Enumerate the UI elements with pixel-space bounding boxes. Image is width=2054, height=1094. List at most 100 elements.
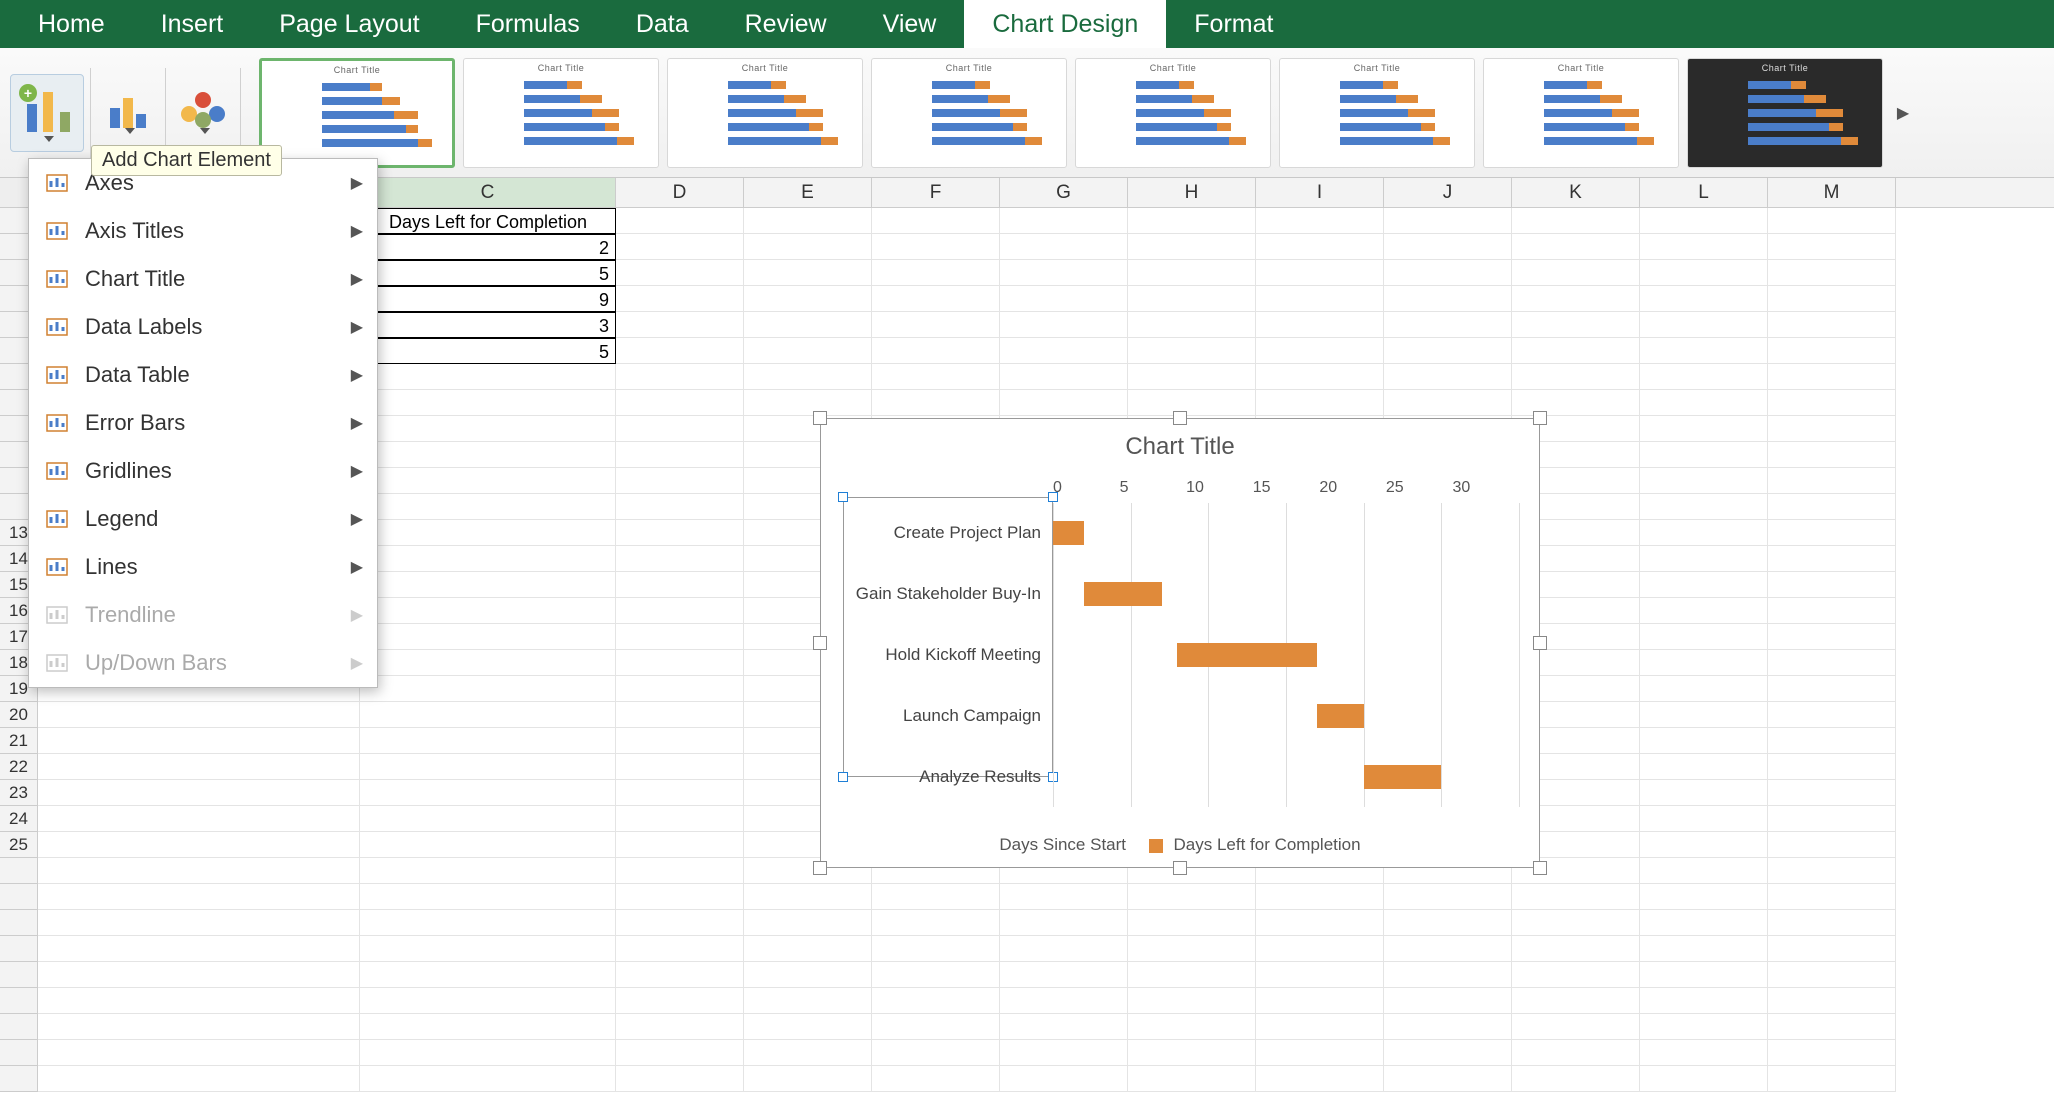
cell[interactable] [360,936,616,962]
cell[interactable] [616,650,744,676]
cell[interactable] [1512,962,1640,988]
row-header[interactable] [0,1040,38,1066]
cell[interactable] [1512,884,1640,910]
cell[interactable] [1768,702,1896,728]
cell[interactable] [1128,936,1256,962]
cell[interactable] [1512,1066,1640,1092]
cell[interactable] [1256,988,1384,1014]
cell[interactable] [1640,260,1768,286]
cell[interactable] [38,1014,360,1040]
cell[interactable] [1768,728,1896,754]
cell[interactable] [872,988,1000,1014]
cell[interactable] [38,936,360,962]
cell[interactable] [1256,364,1384,390]
cell[interactable] [360,650,616,676]
row-header[interactable]: 25 [0,832,38,858]
cell[interactable] [360,780,616,806]
cell[interactable] [1768,624,1896,650]
row-header[interactable]: 22 [0,754,38,780]
menu-item-error-bars[interactable]: Error Bars ▶ [29,399,377,447]
cell[interactable] [1512,286,1640,312]
cell[interactable] [744,208,872,234]
resize-handle[interactable] [1533,861,1547,875]
cell[interactable] [1256,1040,1384,1066]
cell[interactable] [1640,650,1768,676]
cell[interactable] [360,806,616,832]
cell[interactable] [1640,728,1768,754]
cell[interactable] [1640,416,1768,442]
cell[interactable] [360,676,616,702]
menu-item-axis-titles[interactable]: Axis Titles ▶ [29,207,377,255]
cell[interactable] [1256,936,1384,962]
cell[interactable] [1768,858,1896,884]
cell[interactable] [744,962,872,988]
cell[interactable] [1128,962,1256,988]
cell[interactable] [1768,832,1896,858]
row-header[interactable] [0,988,38,1014]
cell[interactable] [360,598,616,624]
cell[interactable] [1000,286,1128,312]
cell[interactable] [1384,208,1512,234]
cell[interactable] [616,936,744,962]
resize-handle[interactable] [1173,411,1187,425]
cell[interactable] [1640,988,1768,1014]
cell[interactable] [1640,910,1768,936]
embedded-chart[interactable]: Chart Title 051015202530 Create Project … [820,418,1540,868]
row-header[interactable]: 20 [0,702,38,728]
resize-handle[interactable] [1533,636,1547,650]
cell[interactable] [38,858,360,884]
row-header[interactable] [0,1066,38,1092]
cell[interactable] [1640,702,1768,728]
cell[interactable] [744,390,872,416]
cell[interactable] [1640,598,1768,624]
cell[interactable] [1128,364,1256,390]
cell[interactable] [1128,286,1256,312]
cell[interactable] [1768,546,1896,572]
cell[interactable] [360,884,616,910]
row-header[interactable] [0,884,38,910]
gallery-next-button[interactable]: ▶ [1891,58,1915,168]
cell[interactable] [38,884,360,910]
cell[interactable] [1384,338,1512,364]
cell[interactable] [38,910,360,936]
cell[interactable] [1512,338,1640,364]
cell[interactable] [38,1066,360,1092]
menu-item-legend[interactable]: Legend ▶ [29,495,377,543]
chart-style-1[interactable]: Chart Title [259,58,455,168]
tab-data[interactable]: Data [608,0,717,48]
quick-layout-button[interactable] [97,74,159,152]
cell[interactable] [1768,1066,1896,1092]
tab-format[interactable]: Format [1166,0,1301,48]
cell[interactable] [744,312,872,338]
cell[interactable] [1512,234,1640,260]
cell[interactable] [1128,910,1256,936]
cell[interactable] [1000,1040,1128,1066]
cell[interactable] [1128,1040,1256,1066]
cell[interactable] [1128,312,1256,338]
cell[interactable] [1640,1066,1768,1092]
cell[interactable] [1768,910,1896,936]
cell[interactable] [744,988,872,1014]
cell[interactable] [1384,260,1512,286]
cell[interactable] [1256,338,1384,364]
cell[interactable] [616,1066,744,1092]
cell[interactable] [1384,286,1512,312]
chart-plot-area[interactable]: 051015202530 Create Project PlanGain Sta… [1053,479,1519,807]
tab-review[interactable]: Review [717,0,855,48]
cell[interactable] [1256,1014,1384,1040]
cell[interactable] [1384,988,1512,1014]
cell[interactable] [1000,234,1128,260]
cell[interactable] [1000,260,1128,286]
row-header[interactable] [0,910,38,936]
cell[interactable] [360,390,616,416]
cell[interactable] [1000,936,1128,962]
cell[interactable] [1768,208,1896,234]
resize-handle[interactable] [813,636,827,650]
cell[interactable] [744,936,872,962]
cell[interactable] [1000,1066,1128,1092]
cell[interactable] [1640,572,1768,598]
cell[interactable] [616,780,744,806]
cell[interactable] [616,988,744,1014]
row-header[interactable] [0,1014,38,1040]
column-header-i[interactable]: I [1256,178,1384,207]
